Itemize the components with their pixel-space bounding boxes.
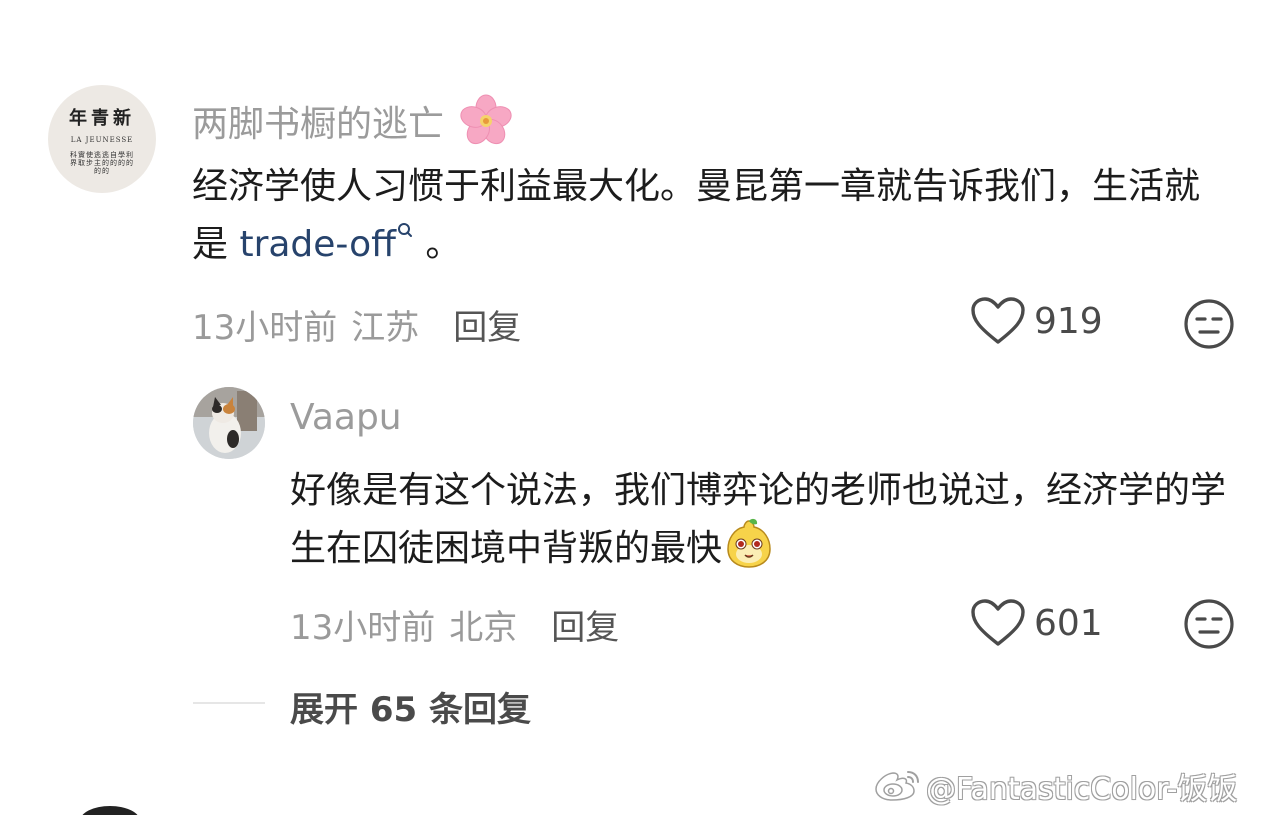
avatar-logo-grid: 科實使逃逃自學利界取步主的的的的的的: [70, 150, 134, 175]
reply-meta: 13小时前 北京 回复: [290, 600, 619, 649]
comment-text-end: 。: [413, 224, 462, 265]
next-comment-avatar[interactable]: [80, 806, 140, 815]
comment-author[interactable]: 两脚书橱的逃亡: [192, 93, 514, 149]
dislike-face-icon[interactable]: [1183, 598, 1235, 650]
like-button[interactable]: 919: [970, 296, 1103, 346]
reply-button[interactable]: 回复: [453, 300, 521, 349]
avatar-logo-title: 年青新: [69, 107, 135, 129]
search-icon: [397, 223, 412, 237]
reply-timestamp: 13小时前: [290, 608, 436, 648]
reply-text: 好像是有这个说法，我们博弈论的老师也说过，经济学的学生在囚徒困境中背叛的最快: [290, 462, 1240, 578]
keyword-link[interactable]: trade-off: [239, 223, 413, 265]
comment-meta: 13小时前 江苏 回复: [192, 300, 521, 349]
heart-icon[interactable]: [970, 598, 1026, 648]
comment-text: 经济学使人习惯于利益最大化。曼昆第一章就告诉我们，生活就是 trade-off …: [192, 158, 1232, 274]
avatar[interactable]: 年青新 LA JEUNESSE 科實使逃逃自學利界取步主的的的的的的: [48, 85, 156, 193]
watermark: @FantasticColor-饭饭: [872, 764, 1238, 808]
cherry-blossom-icon: [460, 94, 512, 145]
expand-divider: [193, 702, 265, 704]
heart-icon[interactable]: [970, 296, 1026, 346]
reply-location: 北京: [449, 608, 518, 648]
pear-mascot-emoji: [727, 518, 771, 568]
reply-username[interactable]: Vaapu: [290, 397, 402, 438]
expand-replies-button[interactable]: 展开 65 条回复: [290, 682, 531, 731]
watermark-text: @FantasticColor-饭饭: [926, 772, 1238, 807]
location: 江苏: [351, 308, 420, 348]
cat-photo: [193, 387, 265, 459]
reply-reply-button[interactable]: 回复: [551, 600, 619, 649]
like-count: 919: [1034, 300, 1103, 342]
dislike-face-icon[interactable]: [1183, 298, 1235, 350]
reply-like-count: 601: [1034, 602, 1103, 644]
reply-avatar[interactable]: [193, 387, 265, 459]
weibo-icon: [875, 771, 919, 801]
timestamp: 13小时前: [192, 308, 338, 348]
keyword-link-text[interactable]: trade-off: [239, 224, 395, 265]
avatar-logo-subtitle: LA JEUNESSE: [70, 135, 134, 144]
username[interactable]: 两脚书橱的逃亡: [192, 95, 444, 147]
reply-like-button[interactable]: 601: [970, 598, 1103, 648]
